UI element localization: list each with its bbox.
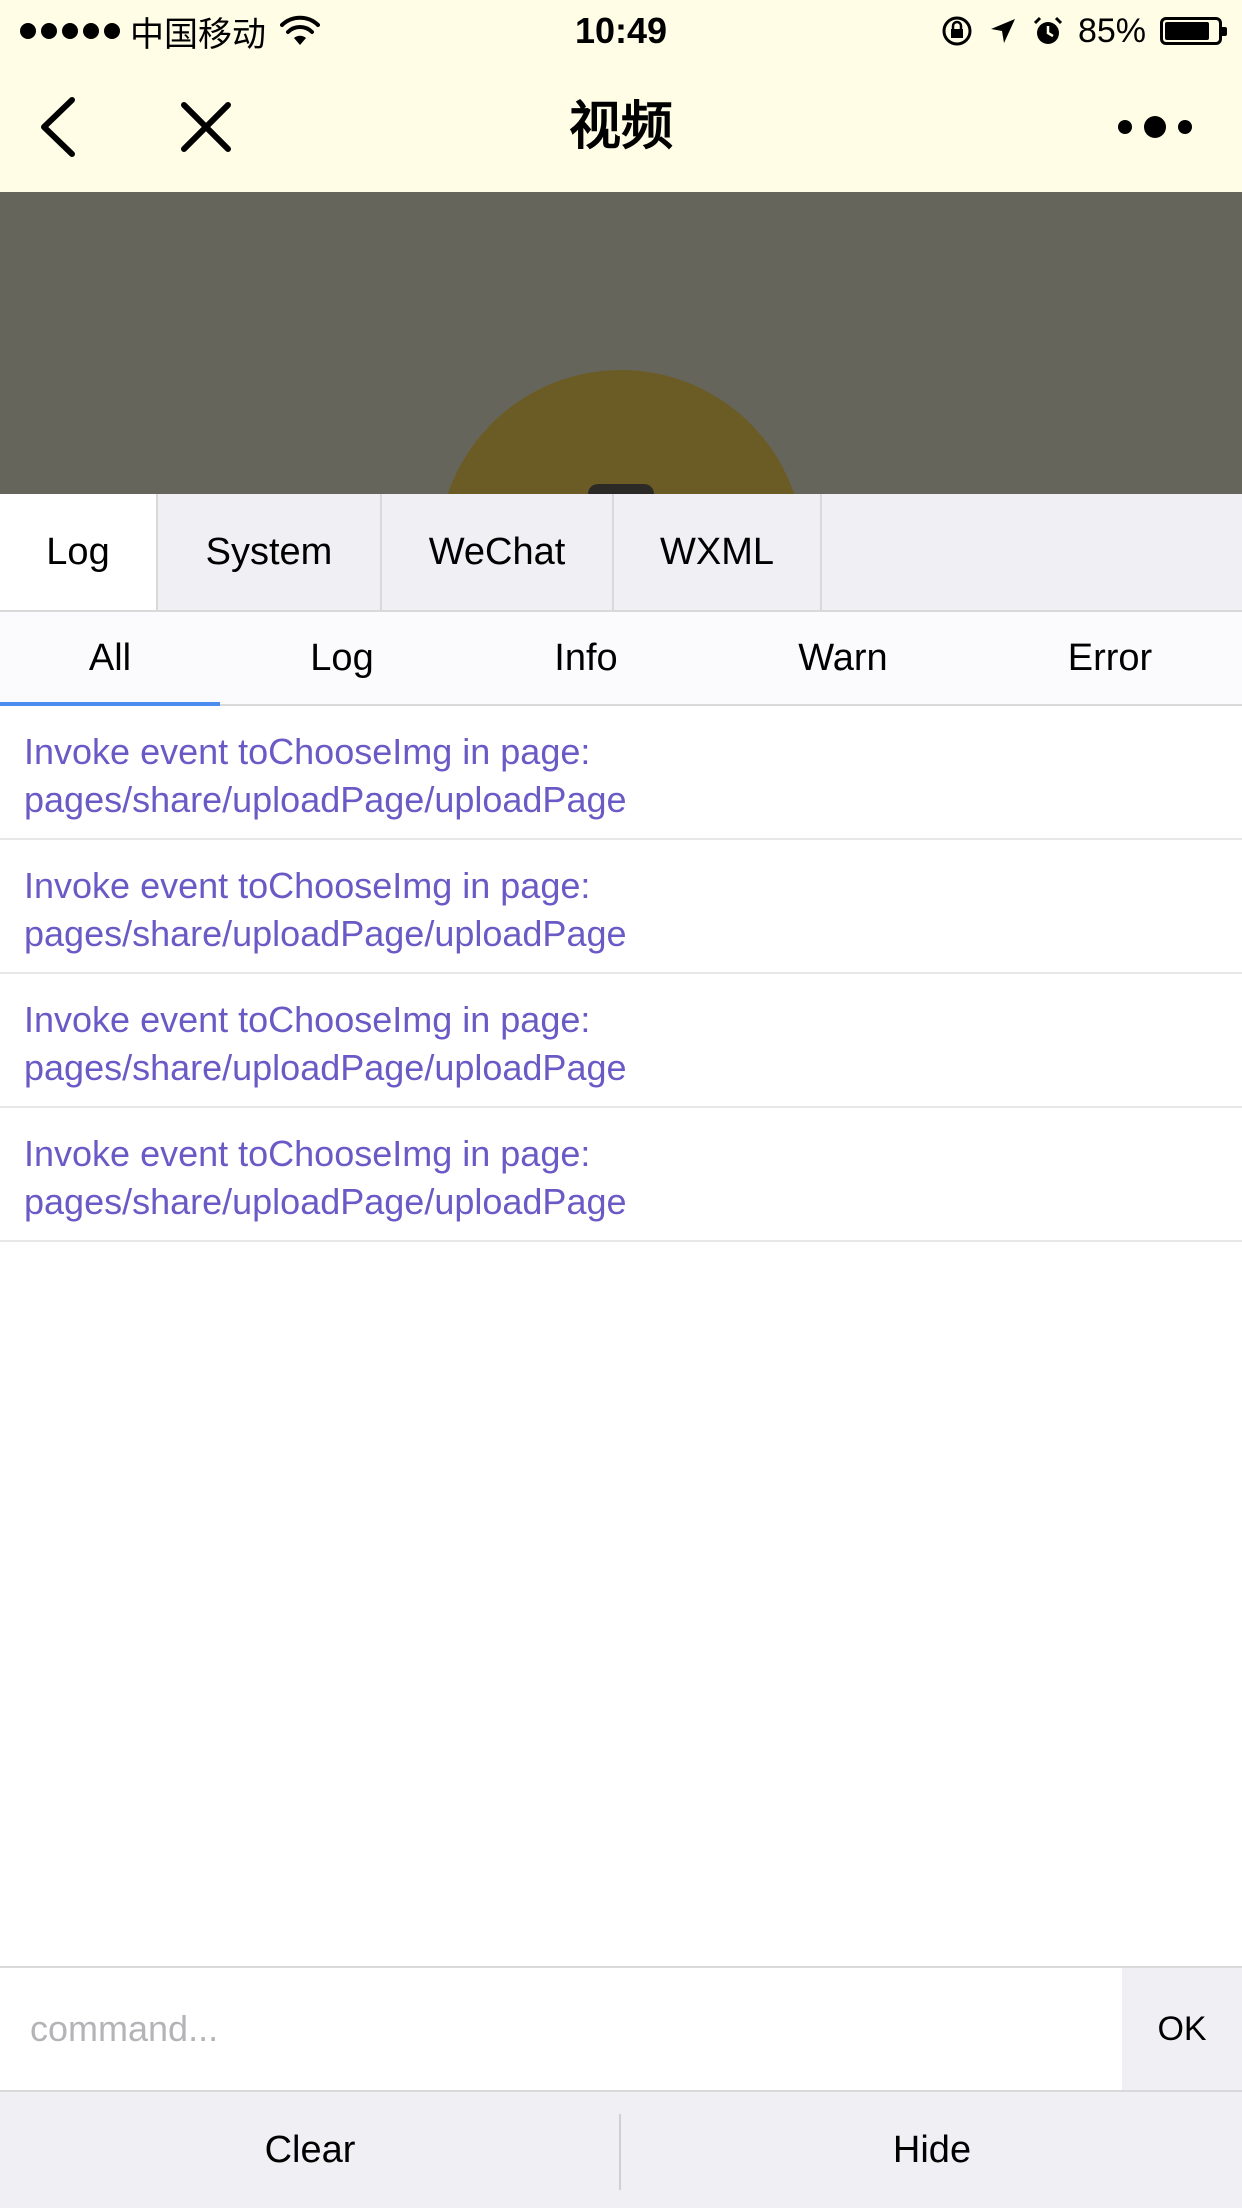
alarm-icon xyxy=(1033,16,1062,44)
log-item[interactable]: Invoke event toChooseImg in page: pages/… xyxy=(0,840,1242,974)
clear-button[interactable]: Clear xyxy=(0,2092,620,2208)
filter-warn[interactable]: Warn xyxy=(733,612,953,704)
video-avatar-mark xyxy=(588,484,654,494)
debug-main-tabs: Log System WeChat WXML xyxy=(0,494,1242,612)
log-page-path: pages/share/uploadPage/uploadPage xyxy=(24,1181,627,1222)
battery-icon xyxy=(1160,17,1227,45)
command-bar: OK xyxy=(0,1966,1242,2090)
orientation-lock-icon xyxy=(942,16,972,46)
page-title: 视频 xyxy=(568,98,673,156)
ok-button[interactable]: OK xyxy=(1122,1968,1242,2090)
log-list[interactable]: Invoke event toChooseImg in page: pages/… xyxy=(0,706,1242,1242)
filter-error[interactable]: Error xyxy=(1000,612,1220,704)
status-bar: 中国移动 10:49 85% xyxy=(0,0,1242,62)
log-message: Invoke event toChooseImg in page: xyxy=(24,865,591,906)
command-input[interactable] xyxy=(0,1968,1122,2090)
video-area[interactable] xyxy=(0,192,1242,494)
filter-log[interactable]: Log xyxy=(232,612,452,704)
status-right: 85% xyxy=(940,8,1227,54)
log-message: Invoke event toChooseImg in page: xyxy=(24,999,591,1040)
filter-info[interactable]: Info xyxy=(476,612,696,704)
log-item[interactable]: Invoke event toChooseImg in page: pages/… xyxy=(0,1108,1242,1242)
log-item[interactable]: Invoke event toChooseImg in page: pages/… xyxy=(0,974,1242,1108)
filter-all[interactable]: All xyxy=(0,612,220,704)
tab-wechat[interactable]: WeChat xyxy=(382,494,614,610)
nav-bar: 视频 xyxy=(0,62,1242,192)
hide-button[interactable]: Hide xyxy=(622,2092,1242,2208)
log-page-path: pages/share/uploadPage/uploadPage xyxy=(24,913,627,954)
tab-wxml[interactable]: WXML xyxy=(614,494,822,610)
log-page-path: pages/share/uploadPage/uploadPage xyxy=(24,779,627,820)
log-page-path: pages/share/uploadPage/uploadPage xyxy=(24,1047,627,1088)
tab-log[interactable]: Log xyxy=(0,494,158,610)
tab-system[interactable]: System xyxy=(158,494,382,610)
log-item[interactable]: Invoke event toChooseImg in page: pages/… xyxy=(0,706,1242,840)
video-avatar-circle xyxy=(438,370,804,494)
log-filter-tabs: All Log Info Warn Error xyxy=(0,612,1242,706)
bottom-bar: Clear Hide xyxy=(0,2090,1242,2208)
battery-fill xyxy=(1165,22,1209,40)
battery-percent: 85% xyxy=(1077,11,1146,50)
log-message: Invoke event toChooseImg in page: xyxy=(24,1133,591,1174)
location-icon xyxy=(990,19,1015,43)
bottom-divider xyxy=(619,2114,621,2190)
more-dots-icon[interactable] xyxy=(1116,112,1194,142)
log-message: Invoke event toChooseImg in page: xyxy=(24,731,591,772)
